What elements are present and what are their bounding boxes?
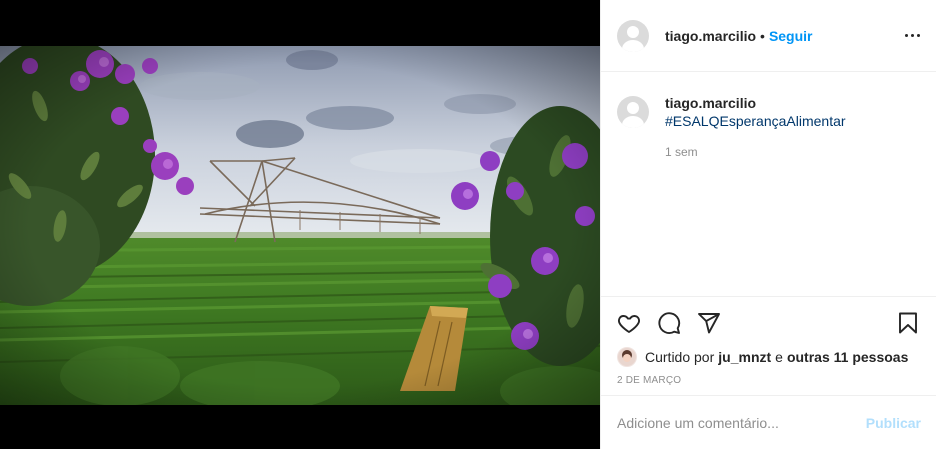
likes-connector: e [775,349,783,365]
actions-section: Curtido por ju_mnzt e outras 11 pessoas … [601,296,936,396]
action-bar [617,297,920,345]
more-dot [911,34,914,37]
comments-area: tiago.marcilio #ESALQEsperançaAlimentar … [601,72,936,296]
save-button[interactable] [880,303,920,343]
author-avatar[interactable] [617,19,649,52]
liker-avatar[interactable] [617,347,637,367]
instagram-post-modal: tiago.marcilio • Seguir tiago.marcilio #… [0,0,936,449]
more-dot [905,34,908,37]
follow-button[interactable]: Seguir [769,28,813,44]
caption-hashtag[interactable]: #ESALQEsperançaAlimentar [665,112,846,130]
caption-author-avatar[interactable] [617,96,649,128]
heart-icon [618,315,640,333]
liker-username[interactable]: ju_mnzt [718,349,771,365]
farm-field-photo [0,46,600,405]
caption-username[interactable]: tiago.marcilio [665,94,846,112]
more-dot [917,34,920,37]
bookmark-icon [899,312,917,334]
publish-button[interactable]: Publicar [866,415,921,431]
like-button[interactable] [617,303,657,343]
paper-plane-icon [698,313,720,334]
likes-prefix: Curtido por [645,349,715,365]
post-caption: tiago.marcilio #ESALQEsperançaAlimentar … [617,94,920,161]
post-date[interactable]: 2 DE MARÇO [617,375,920,386]
post-side-panel: tiago.marcilio • Seguir tiago.marcilio #… [600,0,936,449]
author-username[interactable]: tiago.marcilio [665,28,756,44]
likes-others-link[interactable]: outras 11 pessoas [787,349,908,365]
header-separator: • [760,27,765,44]
comment-icon [658,312,681,334]
likes-summary: Curtido por ju_mnzt e outras 11 pessoas [617,345,920,369]
caption-time-ago[interactable]: 1 sem [665,143,846,161]
comment-input[interactable] [617,414,866,431]
post-media [0,0,600,449]
share-button[interactable] [697,303,737,343]
post-photo[interactable] [0,46,600,405]
more-options-icon[interactable] [905,26,920,45]
comment-button[interactable] [657,303,697,343]
caption-body: tiago.marcilio #ESALQEsperançaAlimentar … [665,94,846,161]
add-comment-bar: Publicar [601,395,936,449]
post-header: tiago.marcilio • Seguir [601,0,936,72]
